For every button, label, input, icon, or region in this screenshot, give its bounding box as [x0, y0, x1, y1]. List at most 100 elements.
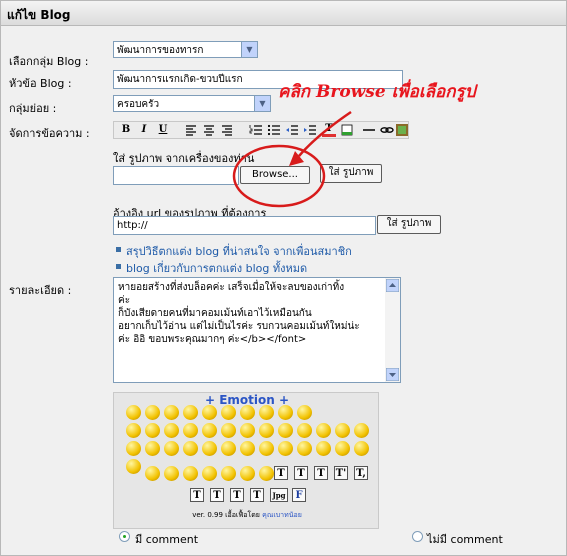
- emoticon-icon[interactable]: [278, 405, 293, 420]
- emoticon-icon[interactable]: [126, 441, 141, 456]
- scroll-down-icon[interactable]: [386, 368, 399, 381]
- emoticon-icon[interactable]: [278, 423, 293, 438]
- text-style-button[interactable]: T,: [354, 466, 368, 480]
- emotion-credit: ver. 0.99 เอื้อเฟื้อโดย คุณเบาทนัอย: [114, 510, 380, 521]
- comment-on-label: มี comment: [135, 533, 199, 546]
- emoticon-icon[interactable]: [202, 441, 217, 456]
- emoticon-icon[interactable]: [145, 441, 160, 456]
- emoticon-icon[interactable]: [183, 423, 198, 438]
- detail-text: หายอยสร้างที่ส่งบล็อคค่ะ เสร็จเมื่อให้จะ…: [118, 281, 380, 346]
- emoticon-icon[interactable]: [259, 423, 274, 438]
- emoticon-icon[interactable]: [164, 423, 179, 438]
- align-left-icon[interactable]: [184, 123, 198, 137]
- format-button[interactable]: T: [210, 488, 224, 502]
- emoticon-icon[interactable]: [145, 423, 160, 438]
- annotation-arrow-icon: [232, 110, 352, 208]
- italic-button[interactable]: I: [137, 123, 151, 137]
- detail-textarea[interactable]: หายอยสร้างที่ส่งบล็อคค่ะ เสร็จเมื่อให้จะ…: [113, 277, 401, 383]
- comment-off-label: ไม่มี comment: [427, 533, 503, 546]
- emoticon-icon[interactable]: [202, 423, 217, 438]
- comment-off-radio[interactable]: [412, 531, 423, 542]
- emoticon-icon[interactable]: [221, 441, 236, 456]
- emoticon-icon[interactable]: [240, 466, 255, 481]
- category-select[interactable]: พัฒนาการของทารก ▼: [113, 41, 258, 58]
- title-bar: แก้ไข Blog: [1, 1, 566, 26]
- emoticon-icon[interactable]: [335, 441, 350, 456]
- subgroup-value: ครอบครัว: [117, 99, 160, 110]
- emoticon-icon[interactable]: [145, 466, 160, 481]
- format-button[interactable]: T: [190, 488, 204, 502]
- emoticon-icon[interactable]: [259, 405, 274, 420]
- emoticon-icon[interactable]: [126, 405, 141, 420]
- scroll-up-icon[interactable]: [386, 279, 399, 292]
- browse-annotation: คลิก Browse เพื่อเลือกรูป: [278, 82, 476, 102]
- image-url-input[interactable]: http://: [113, 216, 376, 235]
- link-icon[interactable]: [380, 123, 394, 137]
- text-style-button[interactable]: T: [314, 466, 328, 480]
- chevron-down-icon[interactable]: ▼: [241, 42, 257, 57]
- subgroup-label: กลุ่มย่อย :: [9, 102, 57, 115]
- emoticon-icon[interactable]: [126, 459, 141, 474]
- font-button[interactable]: F: [292, 488, 306, 502]
- emoticon-icon[interactable]: [221, 405, 236, 420]
- image-icon[interactable]: [395, 123, 409, 137]
- emoticon-icon[interactable]: [183, 441, 198, 456]
- emoticon-icon[interactable]: [354, 423, 369, 438]
- text-style-button[interactable]: T': [334, 466, 348, 480]
- emoticon-icon[interactable]: [259, 441, 274, 456]
- emoticon-icon[interactable]: [221, 423, 236, 438]
- emoticon-icon[interactable]: [202, 405, 217, 420]
- emoticon-icon[interactable]: [145, 405, 160, 420]
- emoticon-icon[interactable]: [183, 405, 198, 420]
- detail-line: ก็บังเสียดายคนที่มาคอมเม้นท์เอาไว้เหมือน…: [118, 308, 312, 319]
- emoticon-icon[interactable]: [297, 423, 312, 438]
- emoticon-icon[interactable]: [183, 466, 198, 481]
- emoticon-icon[interactable]: [316, 441, 331, 456]
- credit-link[interactable]: คุณเบาทนัอย: [262, 511, 302, 519]
- blog-decoration-link[interactable]: blog เกี่ยวกับการตกแต่ง blog ทั้งหมด: [126, 259, 307, 277]
- blog-tips-link[interactable]: สรุปวิธีตกแต่ง blog ที่น่าสนใจ จากเพื่อน…: [126, 242, 352, 260]
- file-path-input[interactable]: [113, 166, 239, 185]
- text-style-button[interactable]: T: [294, 466, 308, 480]
- emoticon-icon[interactable]: [221, 466, 236, 481]
- align-center-icon[interactable]: [202, 123, 216, 137]
- emoticon-icon[interactable]: [335, 423, 350, 438]
- emoticon-icon[interactable]: [316, 423, 331, 438]
- emoticon-icon[interactable]: [354, 441, 369, 456]
- bold-button[interactable]: B: [119, 123, 133, 137]
- list-bullet: [116, 247, 121, 252]
- format-button[interactable]: T: [230, 488, 244, 502]
- emoticon-icon[interactable]: [240, 423, 255, 438]
- emoticon-icon[interactable]: [164, 466, 179, 481]
- underline-button[interactable]: U: [156, 123, 170, 137]
- format-button[interactable]: T: [250, 488, 264, 502]
- emoticon-icon[interactable]: [126, 423, 141, 438]
- emoticon-icon[interactable]: [240, 441, 255, 456]
- emoticon-icon[interactable]: [297, 405, 312, 420]
- category-label: เลือกกลุ่ม Blog :: [9, 55, 89, 68]
- detail-line: ค่ะ อิอิ ขอบพระคุณมากๆ ค่ะ</b></font>: [118, 334, 307, 345]
- subject-label: หัวข้อ Blog :: [9, 77, 72, 90]
- text-style-button[interactable]: T: [274, 466, 288, 480]
- credit-text: ver. 0.99 เอื้อเฟื้อโดย: [192, 511, 260, 519]
- detail-label: รายละเอียด :: [9, 284, 72, 297]
- detail-line: หายอยสร้างที่ส่งบล็อคค่ะ เสร็จเมื่อให้จะ…: [118, 282, 345, 293]
- jpg-button[interactable]: Jpg: [270, 488, 288, 502]
- insert-url-image-button[interactable]: ใส่ รูปภาพ: [377, 215, 441, 234]
- emoticon-icon[interactable]: [240, 405, 255, 420]
- emoticon-icon[interactable]: [259, 466, 274, 481]
- blog-edit-window: แก้ไข Blog เลือกกลุ่ม Blog : พัฒนาการของ…: [0, 0, 567, 556]
- emoticon-icon[interactable]: [202, 466, 217, 481]
- textarea-scrollbar[interactable]: [385, 278, 400, 382]
- detail-line: ค่ะ: [118, 295, 131, 306]
- emotion-panel: + Emotion + T T T T' T, T T T T Jpg F ve…: [113, 392, 379, 529]
- emoticon-icon[interactable]: [164, 405, 179, 420]
- emoticon-icon[interactable]: [278, 441, 293, 456]
- comment-on-radio[interactable]: [119, 531, 130, 542]
- window-title: แก้ไข Blog: [7, 8, 71, 22]
- emoticon-icon[interactable]: [297, 441, 312, 456]
- category-value: พัฒนาการของทารก: [117, 45, 204, 56]
- emoticon-icon[interactable]: [164, 441, 179, 456]
- form-area: เลือกกลุ่ม Blog : พัฒนาการของทารก ▼ หัวข…: [1, 26, 566, 555]
- detail-line: อยากเก็บไว้อ่าน แต่ไม่เป็นไรค่ะ รบกวนคอม…: [118, 321, 360, 332]
